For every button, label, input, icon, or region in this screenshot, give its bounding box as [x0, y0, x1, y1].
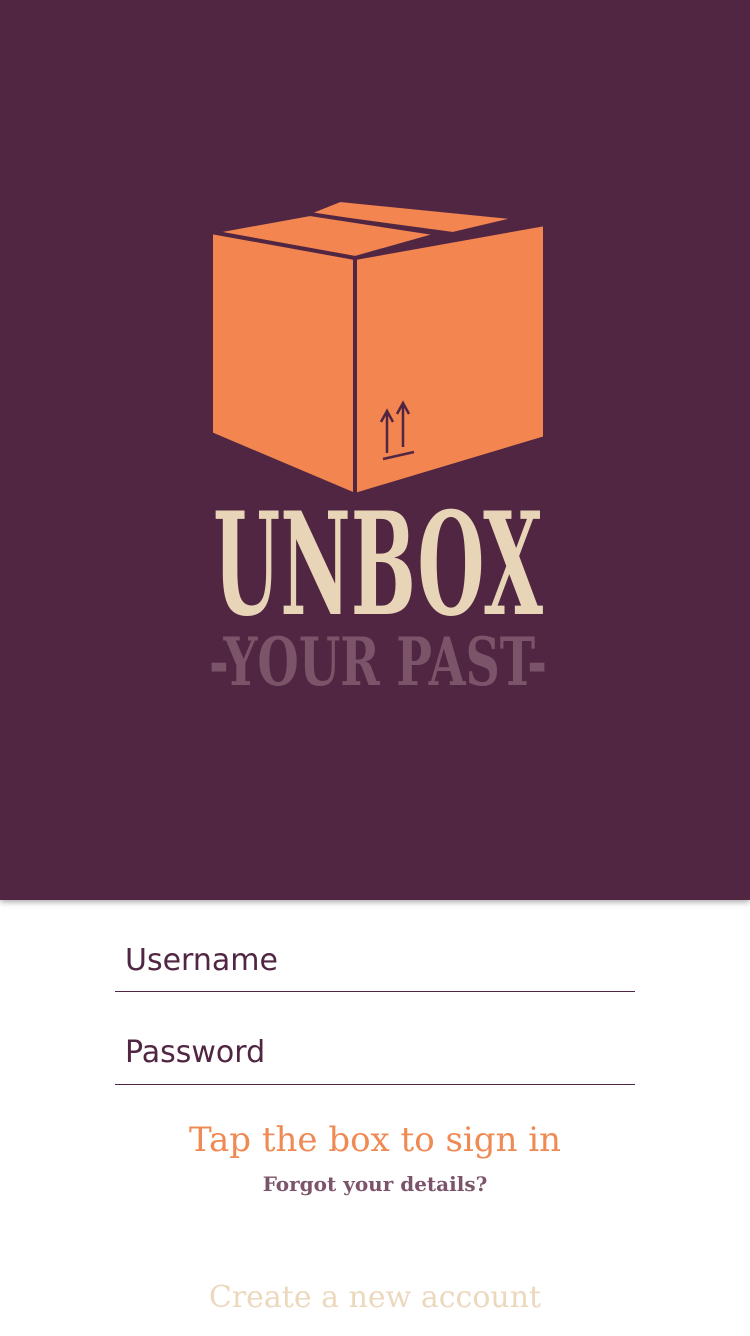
username-field-container	[115, 930, 635, 992]
password-input[interactable]	[115, 1020, 635, 1084]
app-logo: UNBOX -YOUR PAST-	[195, 190, 565, 700]
forgot-details-link[interactable]: Forgot your details?	[0, 1172, 750, 1196]
create-account-link[interactable]: Create a new account	[0, 1280, 750, 1315]
logo-subtitle: -YOUR PAST-	[209, 623, 547, 700]
box-icon[interactable]	[209, 197, 547, 499]
hero-panel: UNBOX -YOUR PAST-	[0, 0, 750, 900]
password-field-container	[115, 1020, 635, 1085]
sign-in-hint: Tap the box to sign in	[188, 1120, 562, 1160]
username-input[interactable]	[115, 930, 635, 990]
